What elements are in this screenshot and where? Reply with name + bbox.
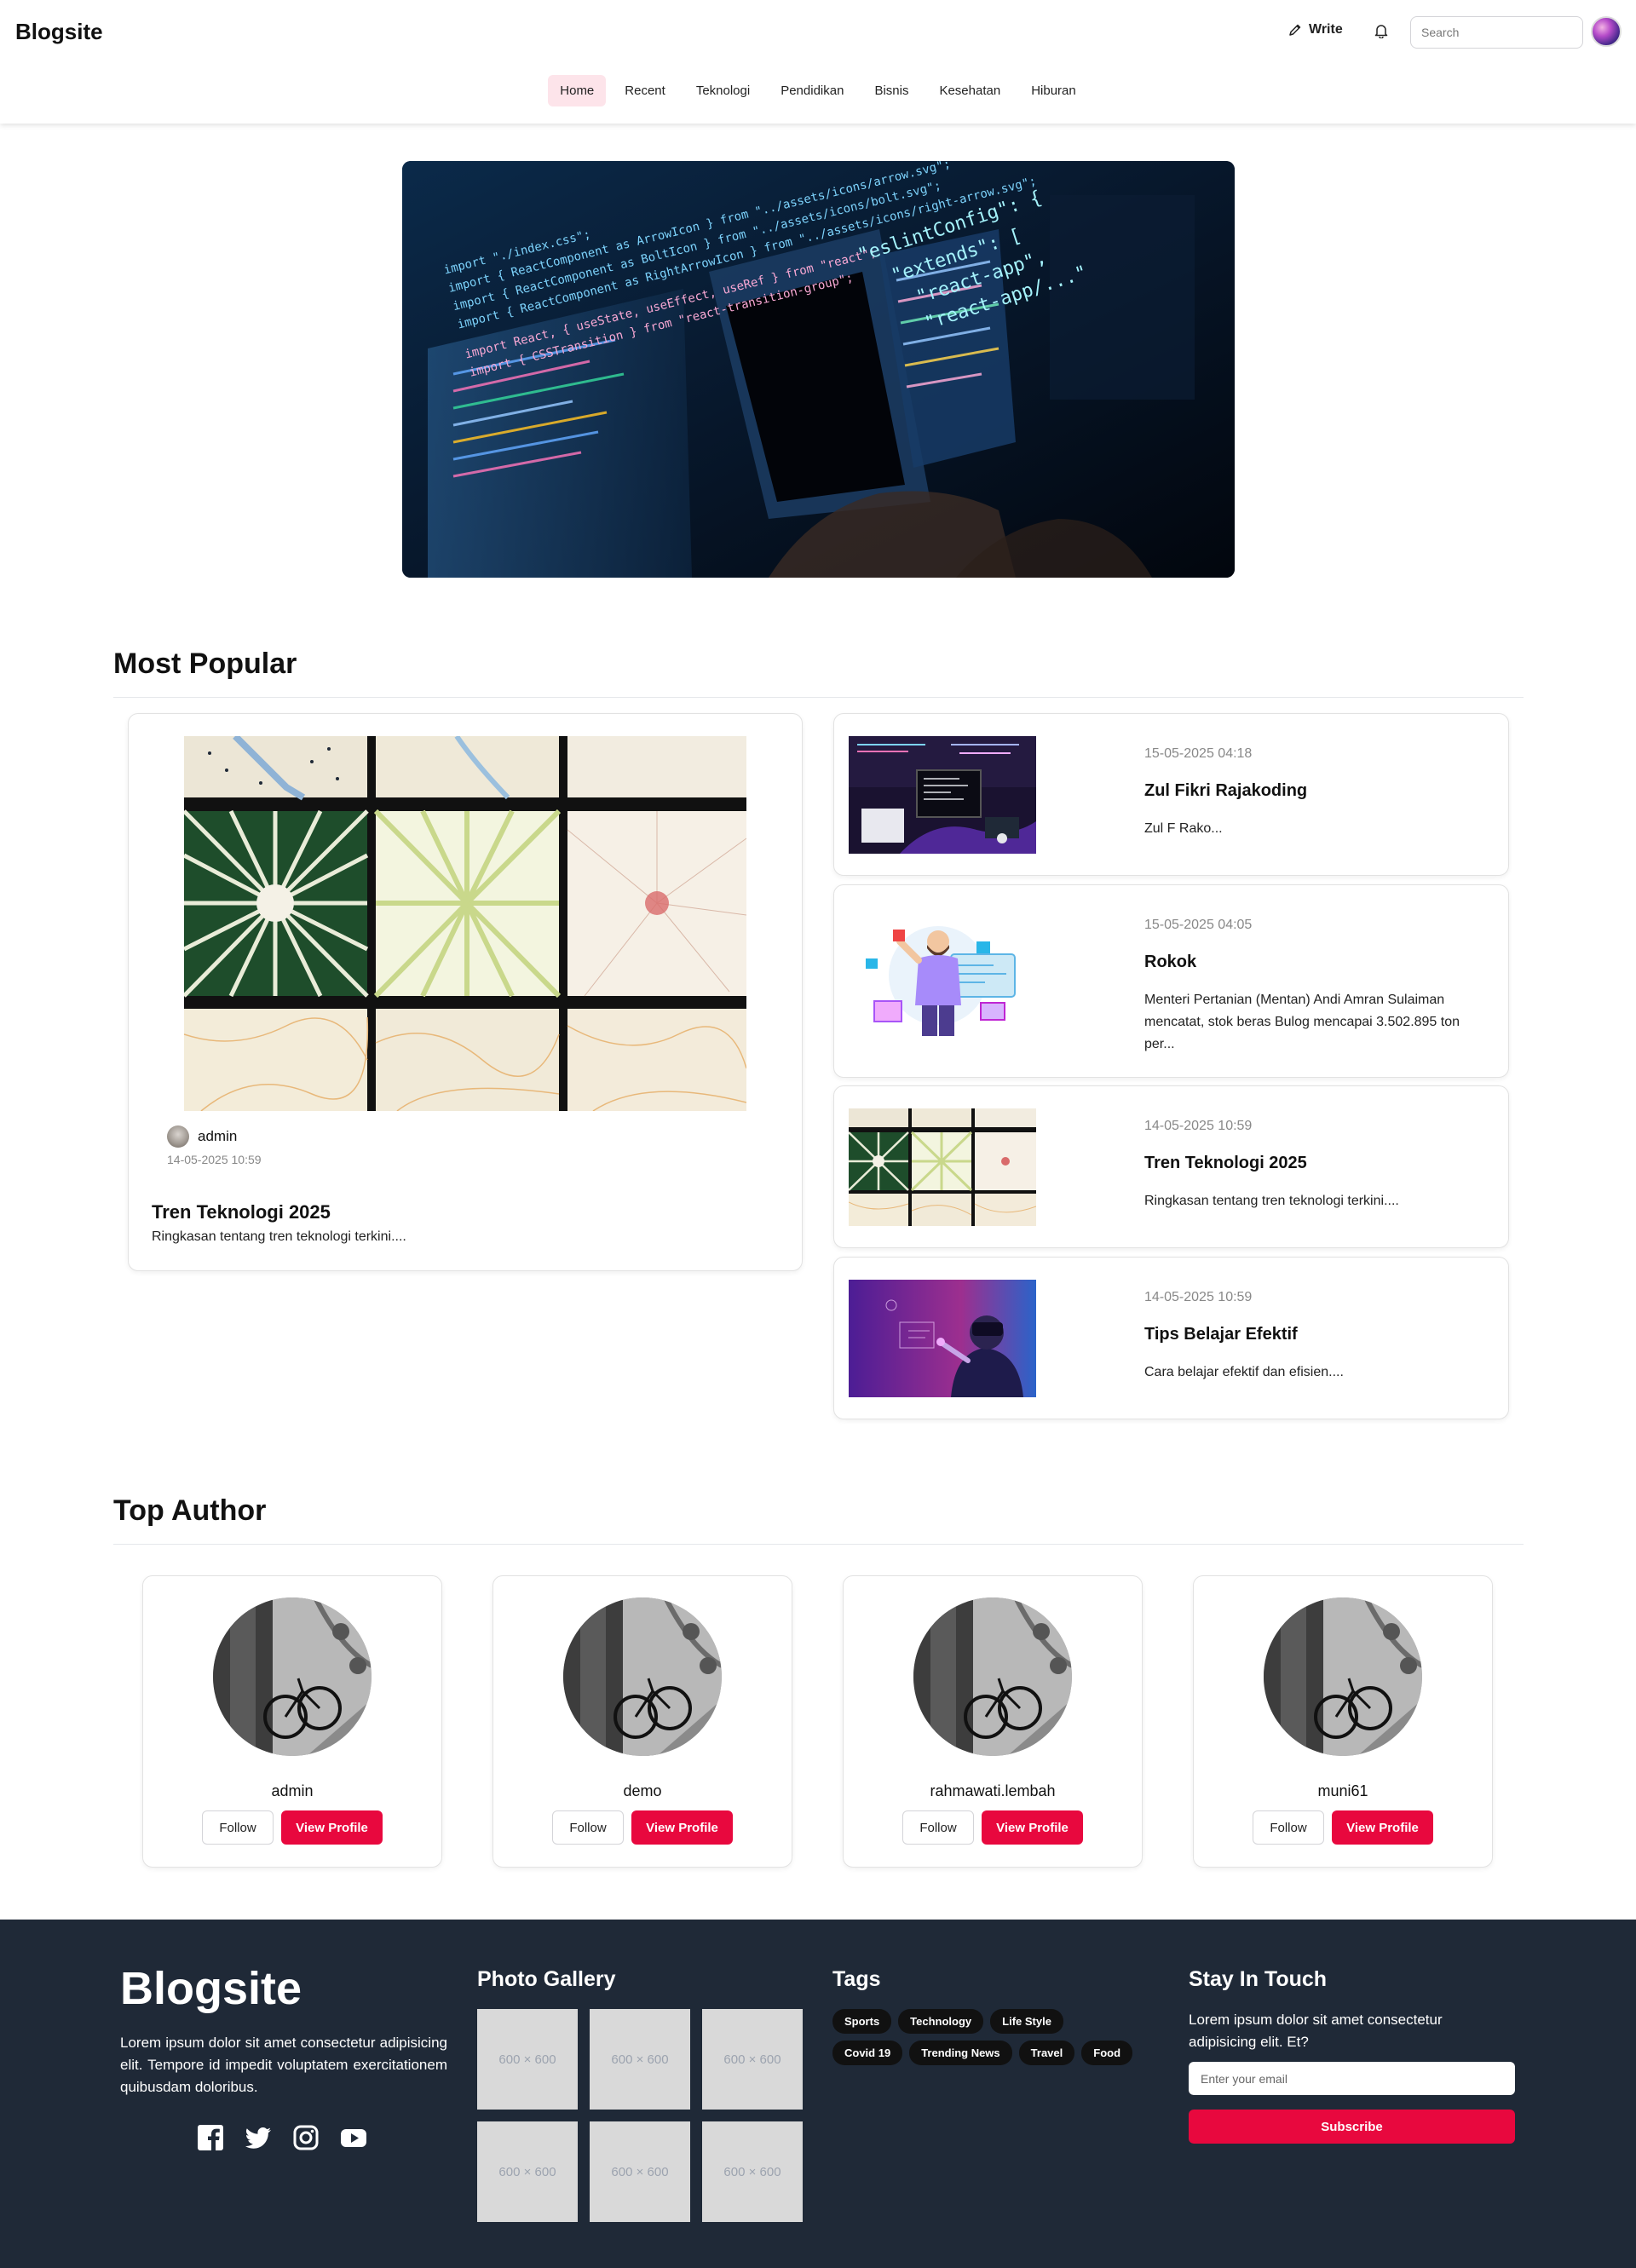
post-title[interactable]: Tips Belajar Efektif <box>1144 1325 1298 1344</box>
author-photo[interactable] <box>913 1597 1072 1756</box>
nav-item-home[interactable]: Home <box>548 75 607 106</box>
write-label: Write <box>1309 22 1343 37</box>
post-title[interactable]: Rokok <box>1144 953 1196 972</box>
section-divider <box>113 1544 1524 1545</box>
gallery-image[interactable]: 600 × 600 <box>590 2009 690 2110</box>
tag-trending-news[interactable]: Trending News <box>909 2041 1012 2065</box>
tag-travel[interactable]: Travel <box>1018 2041 1075 2065</box>
photo-gallery: 600 × 600 600 × 600 600 × 600 600 × 600 … <box>477 2009 803 2222</box>
author-name[interactable]: admin <box>143 1782 441 1800</box>
post-thumbnail <box>849 1108 1036 1226</box>
nav-item-hiburan[interactable]: Hiburan <box>1019 75 1088 106</box>
user-avatar[interactable] <box>1591 16 1622 47</box>
stay-in-touch-text: Lorem ipsum dolor sit amet consectetur a… <box>1189 2012 1443 2050</box>
author-photo[interactable] <box>213 1597 372 1756</box>
subscribe-button[interactable]: Subscribe <box>1189 2110 1515 2144</box>
tag-sports[interactable]: Sports <box>832 2009 892 2034</box>
post-thumbnail <box>849 907 1036 1044</box>
post-date: 15-05-2025 04:18 <box>1144 746 1253 761</box>
author-name[interactable]: muni61 <box>1194 1782 1492 1800</box>
photo-gallery-heading: Photo Gallery <box>477 1967 616 1991</box>
tag-life-style[interactable]: Life Style <box>990 2009 1063 2034</box>
nav-item-bisnis[interactable]: Bisnis <box>862 75 920 106</box>
pencil-icon <box>1289 24 1301 36</box>
follow-button[interactable]: Follow <box>202 1810 274 1845</box>
author-name[interactable]: rahmawati.lembah <box>844 1782 1142 1800</box>
youtube-icon[interactable] <box>340 2124 367 2151</box>
nav-item-kesehatan[interactable]: Kesehatan <box>927 75 1012 106</box>
author-card: muni61 Follow View Profile <box>1193 1575 1493 1868</box>
follow-button[interactable]: Follow <box>552 1810 624 1845</box>
tag-list: Sports Technology Life Style Covid 19 Tr… <box>832 2009 1139 2065</box>
nav-item-pendidikan[interactable]: Pendidikan <box>769 75 855 106</box>
hero-banner-image[interactable]: import "./index.css"; import { ReactComp… <box>402 161 1235 578</box>
featured-post-title[interactable]: Tren Teknologi 2025 <box>152 1201 331 1223</box>
nav-item-recent[interactable]: Recent <box>613 75 677 106</box>
gallery-image[interactable]: 600 × 600 <box>477 2009 578 2110</box>
post-thumbnail <box>849 736 1036 854</box>
post-date: 14-05-2025 10:59 <box>1144 1290 1253 1304</box>
post-excerpt: Cara belajar efektif dan efisien.... <box>1144 1365 1344 1379</box>
view-profile-button[interactable]: View Profile <box>1332 1810 1433 1845</box>
social-links <box>197 2124 367 2151</box>
author-card: admin Follow View Profile <box>142 1575 442 1868</box>
post-excerpt: Ringkasan tentang tren teknologi terkini… <box>1144 1194 1399 1208</box>
author-name[interactable]: demo <box>493 1782 792 1800</box>
popular-post-card[interactable]: 14-05-2025 10:59 Tren Teknologi 2025 Rin… <box>833 1085 1509 1248</box>
author-photo[interactable] <box>1264 1597 1422 1756</box>
facebook-icon[interactable] <box>197 2124 224 2151</box>
featured-post-card[interactable]: admin 14-05-2025 10:59 Tren Teknologi 20… <box>128 713 803 1271</box>
tag-technology[interactable]: Technology <box>898 2009 984 2034</box>
featured-post-excerpt: Ringkasan tentang tren teknologi terkini… <box>152 1229 406 1244</box>
write-button[interactable]: Write <box>1288 22 1343 37</box>
popular-post-card[interactable]: 15-05-2025 04:05 Rokok Menteri Pertanian… <box>833 884 1509 1078</box>
most-popular-heading: Most Popular <box>113 648 297 680</box>
footer-logo[interactable]: Blogsite <box>120 1962 302 2015</box>
instagram-icon[interactable] <box>292 2124 320 2151</box>
site-header: Blogsite Write Home Recent Teknologi Pen… <box>0 0 1636 124</box>
post-title[interactable]: Tren Teknologi 2025 <box>1144 1154 1307 1173</box>
author-avatar <box>167 1125 189 1148</box>
site-logo[interactable]: Blogsite <box>15 19 103 45</box>
view-profile-button[interactable]: View Profile <box>281 1810 383 1845</box>
follow-button[interactable]: Follow <box>1253 1810 1324 1845</box>
post-date: 14-05-2025 10:59 <box>1144 1119 1253 1133</box>
featured-post-image <box>182 734 747 1112</box>
email-field[interactable] <box>1189 2062 1515 2095</box>
search-input[interactable] <box>1410 16 1583 49</box>
category-nav: Home Recent Teknologi Pendidikan Bisnis … <box>0 75 1636 106</box>
featured-post-date: 14-05-2025 10:59 <box>167 1153 262 1166</box>
featured-post-author[interactable]: admin <box>167 1125 237 1148</box>
view-profile-button[interactable]: View Profile <box>982 1810 1083 1845</box>
section-divider <box>113 697 1524 698</box>
post-excerpt: Zul F Rako... <box>1144 821 1223 836</box>
view-profile-button[interactable]: View Profile <box>631 1810 733 1845</box>
tags-heading: Tags <box>832 1967 881 1991</box>
gallery-image[interactable]: 600 × 600 <box>477 2121 578 2222</box>
nav-item-teknologi[interactable]: Teknologi <box>684 75 762 106</box>
author-photo[interactable] <box>563 1597 722 1756</box>
gallery-image[interactable]: 600 × 600 <box>702 2121 803 2222</box>
post-title[interactable]: Zul Fikri Rajakoding <box>1144 781 1307 801</box>
footer-about-text: Lorem ipsum dolor sit amet consectetur a… <box>120 2035 447 2095</box>
site-footer: Blogsite Lorem ipsum dolor sit amet cons… <box>0 1920 1636 2268</box>
post-date: 15-05-2025 04:05 <box>1144 918 1253 932</box>
follow-button[interactable]: Follow <box>902 1810 974 1845</box>
popular-post-card[interactable]: 15-05-2025 04:18 Zul Fikri Rajakoding Zu… <box>833 713 1509 876</box>
gallery-image[interactable]: 600 × 600 <box>590 2121 690 2222</box>
top-author-heading: Top Author <box>113 1494 267 1527</box>
tag-covid-19[interactable]: Covid 19 <box>832 2041 903 2065</box>
notification-bell-icon[interactable] <box>1374 23 1388 38</box>
author-name: admin <box>198 1128 238 1144</box>
author-card: demo Follow View Profile <box>493 1575 792 1868</box>
gallery-image[interactable]: 600 × 600 <box>702 2009 803 2110</box>
stay-in-touch-heading: Stay In Touch <box>1189 1967 1328 1991</box>
twitter-icon[interactable] <box>245 2124 272 2151</box>
author-card: rahmawati.lembah Follow View Profile <box>843 1575 1143 1868</box>
post-thumbnail <box>849 1280 1036 1397</box>
tag-food[interactable]: Food <box>1081 2041 1133 2065</box>
popular-post-card[interactable]: 14-05-2025 10:59 Tips Belajar Efektif Ca… <box>833 1257 1509 1419</box>
post-excerpt: Menteri Pertanian (Mentan) Andi Amran Su… <box>1144 993 1460 1051</box>
